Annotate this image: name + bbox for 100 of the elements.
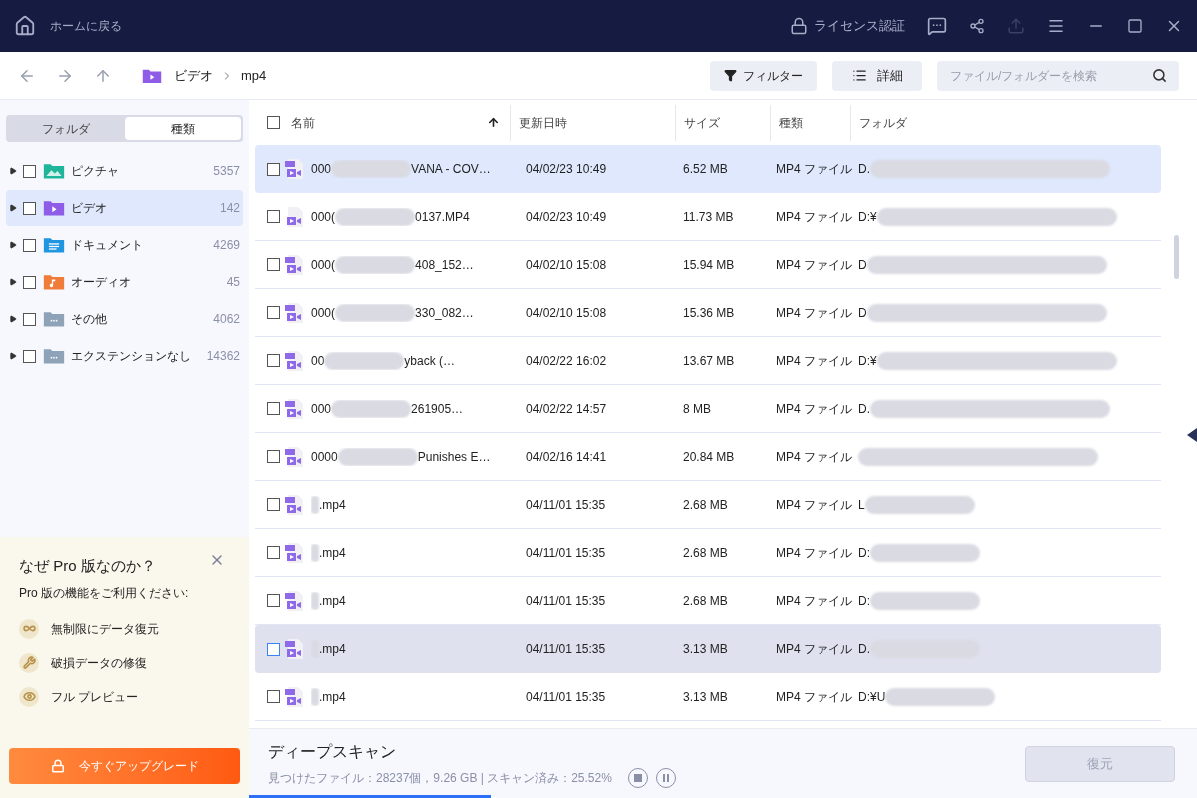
size-cell-text: 8 MB <box>682 400 712 418</box>
column-header[interactable]: 更新日時 <box>510 104 675 141</box>
expand-arrow-icon[interactable] <box>9 352 17 360</box>
mp4-file-icon <box>285 254 303 275</box>
scan-title: ディープスキャン <box>268 741 397 762</box>
checkbox[interactable] <box>267 450 280 463</box>
checkbox[interactable] <box>267 162 280 176</box>
expand-arrow-icon[interactable] <box>9 167 17 175</box>
category-item[interactable]: ビデオ 142 <box>6 190 243 226</box>
file-name-part: 000( <box>311 256 336 274</box>
mp4-file-icon <box>285 590 303 611</box>
checkbox[interactable] <box>23 275 36 289</box>
checkbox[interactable] <box>267 258 280 271</box>
date-cell-text: 04/02/16 14:41 <box>525 448 608 466</box>
file-name-part: VANA - COV… <box>411 161 491 178</box>
checkbox[interactable] <box>267 690 280 703</box>
category-label: ドキュメント <box>71 237 143 254</box>
checkbox[interactable] <box>267 116 280 129</box>
file-name-part: .mp4 <box>319 688 346 706</box>
lock-icon <box>50 759 65 773</box>
view-tab[interactable]: フォルダ <box>8 117 125 140</box>
category-label: オーディオ <box>71 274 131 291</box>
date-cell-text: 04/11/01 15:35 <box>525 496 607 514</box>
checkbox[interactable] <box>267 546 280 559</box>
checkbox[interactable] <box>23 238 36 252</box>
feedback-icon[interactable] <box>927 16 947 36</box>
category-item[interactable]: エクステンションなし 14362 <box>6 338 243 374</box>
mp4-file-icon <box>285 686 303 707</box>
folder-cell-text: D. <box>858 400 870 418</box>
type-cell-text: MP4 ファイル <box>776 256 853 274</box>
eye-icon <box>19 686 39 707</box>
checkbox[interactable] <box>267 594 280 607</box>
expand-arrow-icon[interactable] <box>9 278 17 286</box>
category-count: 4269 <box>213 237 240 254</box>
infinity-icon <box>19 618 39 639</box>
checkbox[interactable] <box>23 312 36 326</box>
checkbox[interactable] <box>267 354 280 367</box>
category-item[interactable]: ドキュメント 4269 <box>6 227 243 263</box>
checkbox[interactable] <box>23 349 36 363</box>
category-item[interactable]: その他 4062 <box>6 301 243 337</box>
category-item[interactable]: ピクチャ 5357 <box>6 153 243 189</box>
type-cell-text: MP4 ファイル <box>776 641 853 658</box>
share-icon[interactable] <box>969 18 985 34</box>
checkbox[interactable] <box>267 402 280 415</box>
size-cell-text: 3.13 MB <box>682 641 729 658</box>
file-name-part: 0137.MP4 <box>415 208 470 226</box>
column-header[interactable]: サイズ <box>675 104 770 141</box>
checkbox[interactable] <box>267 306 280 319</box>
blurred-text <box>311 543 319 562</box>
file-name-part: .mp4 <box>319 544 346 562</box>
folder-cell-text: D <box>858 304 867 322</box>
lock-icon[interactable] <box>790 17 808 35</box>
filter-button[interactable]: フィルター <box>710 60 817 91</box>
checkbox[interactable] <box>23 164 36 178</box>
file-name-part: 261905… <box>411 400 464 418</box>
list-icon <box>851 68 867 83</box>
license-link[interactable]: ライセンス認証 <box>814 16 905 36</box>
file-name-part: 000 <box>311 161 332 178</box>
file-row[interactable]: .mp4 04/11/01 15:35 3.13 MB MP4 ファイル D. <box>255 625 1161 673</box>
home-link[interactable]: ホームに戻る <box>50 17 122 35</box>
collapse-arrow-icon[interactable] <box>1187 428 1197 442</box>
type-cell-text: MP4 ファイル <box>776 448 853 466</box>
blurred-text <box>311 591 319 610</box>
folder-cell-text: D:¥ <box>858 208 877 226</box>
column-header[interactable]: 名前 <box>280 104 510 141</box>
type-cell-text: MP4 ファイル <box>776 688 853 706</box>
breadcrumb-item[interactable]: mp4 <box>241 65 267 86</box>
date-cell-text: 04/02/10 15:08 <box>525 256 608 274</box>
file-name-part: 330_082… <box>415 304 474 322</box>
folder-cell-text: D. <box>858 161 870 178</box>
maximize-icon[interactable] <box>1127 18 1143 34</box>
folder-cell-text: D:¥ <box>858 352 877 370</box>
expand-arrow-icon[interactable] <box>9 204 17 212</box>
date-cell-text: 04/02/10 15:08 <box>525 304 608 322</box>
checkbox[interactable] <box>23 201 36 215</box>
details-button[interactable]: 詳細 <box>832 60 922 91</box>
search-icon[interactable] <box>1152 67 1167 83</box>
checkbox[interactable] <box>267 498 280 511</box>
checkbox[interactable] <box>267 642 280 656</box>
folder-cell-text: D. <box>858 641 870 658</box>
menu-icon[interactable] <box>1047 17 1065 35</box>
feature-label: フル プレビュー <box>51 688 139 706</box>
date-cell-text: 04/11/01 15:35 <box>525 688 607 706</box>
file-row[interactable]: 000 VANA - COV… 04/02/23 10:49 6.52 MB MP4 ファイル D. <box>255 145 1161 193</box>
file-name-part: 000 <box>311 400 332 418</box>
home-icon[interactable] <box>14 15 36 37</box>
expand-arrow-icon[interactable] <box>9 241 17 249</box>
size-cell-text: 11.73 MB <box>682 208 735 226</box>
date-cell-text: 04/11/01 15:35 <box>525 544 607 562</box>
column-header[interactable]: フォルダ <box>850 104 1197 141</box>
column-header[interactable]: 種類 <box>770 104 850 141</box>
view-tab[interactable]: 種類 <box>124 117 241 140</box>
search-field[interactable]: ファイル/フォルダーを検索 <box>937 60 1179 91</box>
file-name-part: .mp4 <box>319 641 346 658</box>
scrollbar-thumb[interactable] <box>1174 235 1179 279</box>
category-item[interactable]: オーディオ 45 <box>6 264 243 300</box>
checkbox[interactable] <box>267 210 280 223</box>
size-cell-text: 20.84 MB <box>682 448 736 466</box>
expand-arrow-icon[interactable] <box>9 315 17 323</box>
breadcrumb-item[interactable]: ビデオ <box>174 65 213 86</box>
